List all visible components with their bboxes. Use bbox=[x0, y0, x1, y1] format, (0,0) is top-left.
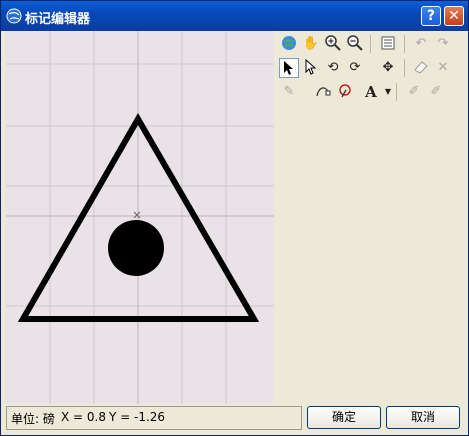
toolbar-separator bbox=[396, 83, 397, 101]
text-tool-dropdown-icon[interactable]: ▼ bbox=[378, 82, 398, 102]
point-tool-icon[interactable]: ✎ bbox=[279, 82, 299, 102]
marker-editor-window: 标记编辑器 ? ✕ ✋ ↶ ↷ ⟲ ⟳ ✥ ✕ ✎ A ▼ ✐ ✐ 单位: 磅 … bbox=[0, 0, 469, 436]
ok-button[interactable]: 确定 bbox=[307, 406, 381, 429]
zoom-out-icon[interactable] bbox=[345, 34, 365, 54]
zoom-in-icon[interactable] bbox=[323, 34, 343, 54]
eraser-icon[interactable] bbox=[411, 58, 431, 78]
edit-vertex-alt-icon[interactable]: ✐ bbox=[426, 82, 446, 102]
properties-list-icon[interactable] bbox=[378, 34, 398, 54]
toolbar-separator bbox=[404, 59, 405, 77]
toolbar-separator bbox=[370, 35, 371, 53]
unit-label: 单位: 磅 bbox=[11, 412, 55, 426]
pan-hand-icon[interactable]: ✋ bbox=[301, 34, 321, 54]
edit-vertex-icon[interactable]: ✐ bbox=[404, 82, 424, 102]
status-bar: 单位: 磅 X = 0.8 Y = -1.26 bbox=[6, 406, 302, 430]
undo-icon[interactable]: ↶ bbox=[411, 34, 431, 54]
app-globe-icon bbox=[6, 8, 22, 24]
toolbar-separator bbox=[404, 35, 405, 53]
marker-circle bbox=[108, 220, 164, 276]
canvas-drawing bbox=[6, 31, 274, 404]
origin-marker-icon bbox=[133, 211, 141, 219]
rotate-alt-icon[interactable]: ⟳ bbox=[345, 58, 365, 78]
move-icon[interactable]: ✥ bbox=[378, 58, 398, 78]
y-coordinate: Y = -1.26 bbox=[109, 410, 166, 424]
x-coordinate: X = 0.8 bbox=[61, 410, 106, 424]
cancel-button[interactable]: 取消 bbox=[386, 406, 460, 429]
editor-toolbar: ✋ ↶ ↷ ⟲ ⟳ ✥ ✕ ✎ A ▼ ✐ ✐ bbox=[278, 33, 462, 105]
redo-icon[interactable]: ↷ bbox=[433, 34, 453, 54]
window-title: 标记编辑器 bbox=[25, 12, 91, 27]
help-button[interactable]: ? bbox=[421, 6, 441, 26]
select-arrow-alt-icon[interactable] bbox=[301, 58, 321, 78]
select-arrow-icon[interactable] bbox=[279, 58, 299, 78]
rotate-icon[interactable]: ⟲ bbox=[323, 58, 343, 78]
marker-canvas[interactable] bbox=[6, 31, 274, 404]
title-bar[interactable]: 标记编辑器 ? ✕ bbox=[1, 1, 468, 31]
globe-icon[interactable] bbox=[279, 34, 299, 54]
delete-icon[interactable]: ✕ bbox=[433, 58, 453, 78]
curve-tool-icon[interactable] bbox=[313, 82, 333, 102]
freehand-tool-icon[interactable] bbox=[335, 82, 355, 102]
close-button[interactable]: ✕ bbox=[444, 6, 464, 26]
